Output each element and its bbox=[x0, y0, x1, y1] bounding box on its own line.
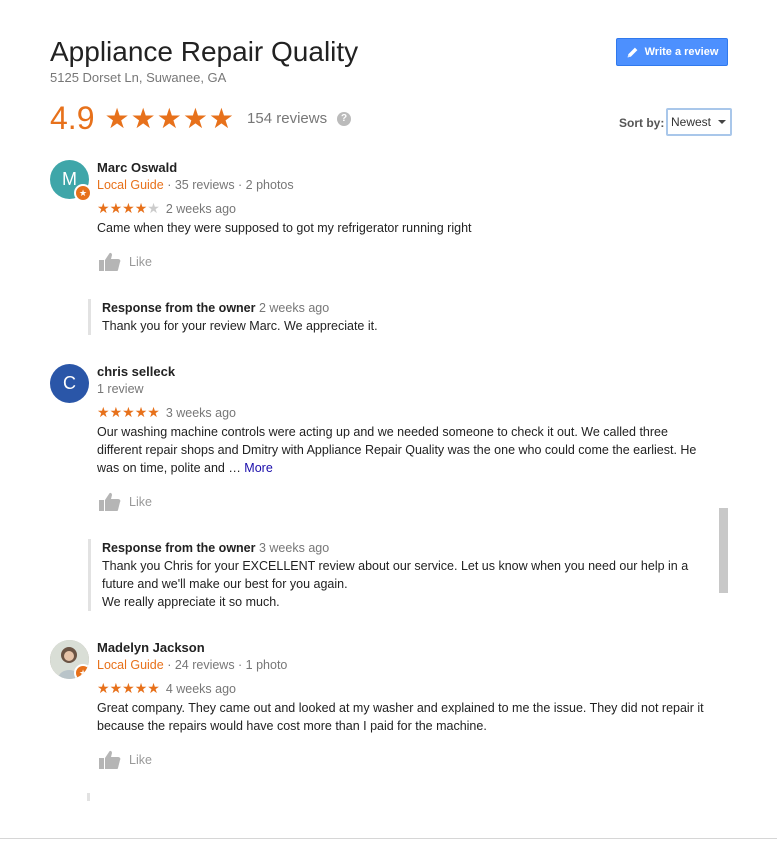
response-border-fragment bbox=[87, 793, 90, 801]
average-rating: 4.9 bbox=[50, 100, 95, 136]
review-text: Came when they were supposed to got my r… bbox=[97, 221, 472, 235]
star-icon: ★ bbox=[208, 103, 236, 134]
star-filled-icon: ★ bbox=[147, 680, 160, 696]
review-item: C chris selleck 1 review ★★★★★ 3 weeks a… bbox=[50, 364, 710, 614]
like-button[interactable]: Like bbox=[98, 252, 152, 272]
star-filled-icon: ★ bbox=[134, 404, 148, 420]
star-icon: ★ bbox=[156, 103, 183, 134]
reviewer-meta: 1 review bbox=[97, 382, 144, 396]
rating-stars: ★★★★★ bbox=[104, 102, 235, 135]
response-text: Thank you Chris for your EXCELLENT revie… bbox=[102, 559, 689, 591]
avatar[interactable]: ★ bbox=[50, 640, 89, 679]
response-text: We really appreciate it so much. bbox=[102, 595, 280, 609]
sort-dropdown[interactable]: Newest bbox=[666, 108, 732, 136]
like-button[interactable]: Like bbox=[98, 492, 152, 512]
review-rating-line: ★★★★★ 3 weeks ago bbox=[97, 404, 236, 421]
star-filled-icon: ★ bbox=[147, 404, 160, 420]
reviewer-meta: Local Guide · 24 reviews · 1 photo bbox=[97, 658, 287, 672]
reviewer-stats: · 35 reviews · 2 photos bbox=[163, 178, 294, 192]
review-stars: ★★★★★ bbox=[97, 680, 160, 697]
page-title: Appliance Repair Quality bbox=[50, 36, 359, 67]
bottom-divider bbox=[0, 838, 777, 839]
star-filled-icon: ★ bbox=[109, 680, 123, 696]
help-icon[interactable]: ? bbox=[337, 111, 352, 126]
review-rating-line: ★★★★★ 2 weeks ago bbox=[97, 200, 236, 217]
write-review-label: Write a review bbox=[644, 46, 719, 58]
local-guide-label: Local Guide bbox=[97, 178, 164, 192]
like-label: Like bbox=[129, 255, 152, 269]
reviewer-name[interactable]: Madelyn Jackson bbox=[97, 640, 205, 655]
response-label: Response from the owner bbox=[102, 541, 256, 555]
avatar-letter: C bbox=[63, 373, 76, 393]
star-filled-icon: ★ bbox=[97, 680, 110, 696]
owner-response: Response from the owner 2 weeks ago Than… bbox=[88, 299, 722, 335]
review-stars: ★★★★★ bbox=[97, 404, 160, 421]
review-text-body: Our washing machine controls were acting… bbox=[97, 425, 697, 475]
review-text: Our washing machine controls were acting… bbox=[97, 423, 707, 477]
response-time: 3 weeks ago bbox=[258, 541, 330, 555]
star-icon: ★ bbox=[104, 103, 131, 134]
thumbs-up-icon bbox=[99, 750, 121, 769]
response-time: 2 weeks ago bbox=[258, 301, 330, 315]
reviewer-name[interactable]: Marc Oswald bbox=[97, 160, 177, 175]
star-filled-icon: ★ bbox=[122, 404, 135, 420]
scrollbar-thumb[interactable] bbox=[719, 508, 728, 593]
review-count-link[interactable]: 154 reviews bbox=[247, 110, 327, 127]
star-filled-icon: ★ bbox=[97, 200, 110, 216]
local-guide-badge-icon: ★ bbox=[74, 664, 89, 679]
reviewer-meta: Local Guide · 35 reviews · 2 photos bbox=[97, 178, 294, 192]
reviewer-stats: 1 review bbox=[97, 382, 144, 396]
review-item: ★ Madelyn Jackson Local Guide · 24 revie… bbox=[50, 640, 710, 780]
avatar[interactable]: M ★ bbox=[50, 160, 92, 202]
review-time: 2 weeks ago bbox=[165, 201, 236, 216]
business-address: 5125 Dorset Ln, Suwanee, GA bbox=[50, 70, 227, 85]
review-text: Great company. They came out and looked … bbox=[97, 701, 704, 733]
local-guide-label: Local Guide bbox=[97, 658, 164, 672]
like-label: Like bbox=[129, 753, 152, 767]
rating-summary: 4.9 ★★★★★ 154 reviews ? bbox=[50, 100, 352, 137]
like-label: Like bbox=[129, 495, 152, 509]
avatar[interactable]: C bbox=[50, 364, 89, 403]
thumbs-up-icon bbox=[99, 252, 121, 271]
owner-response: Response from the owner 3 weeks ago Than… bbox=[88, 539, 722, 611]
review-time: 3 weeks ago bbox=[165, 405, 236, 420]
star-filled-icon: ★ bbox=[109, 200, 123, 216]
sort-label: Sort by: bbox=[619, 116, 665, 130]
star-filled-icon: ★ bbox=[134, 200, 148, 216]
star-filled-icon: ★ bbox=[109, 404, 123, 420]
thumbs-up-icon bbox=[99, 492, 121, 511]
like-button[interactable]: Like bbox=[98, 750, 152, 770]
star-filled-icon: ★ bbox=[122, 680, 135, 696]
star-icon: ★ bbox=[182, 103, 209, 134]
response-text: Thank you for your review Marc. We appre… bbox=[102, 319, 378, 333]
caret-down-icon bbox=[718, 120, 727, 124]
star-filled-icon: ★ bbox=[97, 404, 110, 420]
star-empty-icon: ★ bbox=[147, 200, 160, 216]
more-link[interactable]: More bbox=[244, 461, 272, 475]
star-icon: ★ bbox=[130, 103, 157, 134]
star-filled-icon: ★ bbox=[122, 200, 135, 216]
write-review-button[interactable]: Write a review bbox=[616, 38, 728, 66]
sort-value: Newest bbox=[671, 115, 712, 129]
review-item: M ★ Marc Oswald Local Guide · 35 reviews… bbox=[50, 160, 710, 340]
star-filled-icon: ★ bbox=[134, 680, 148, 696]
pencil-icon bbox=[627, 47, 637, 57]
local-guide-badge-icon: ★ bbox=[74, 184, 92, 202]
review-rating-line: ★★★★★ 4 weeks ago bbox=[97, 680, 236, 697]
reviewer-name[interactable]: chris selleck bbox=[97, 364, 175, 379]
response-label: Response from the owner bbox=[102, 301, 256, 315]
reviewer-stats: · 24 reviews · 1 photo bbox=[163, 658, 288, 672]
review-time: 4 weeks ago bbox=[165, 681, 236, 696]
review-stars: ★★★★★ bbox=[97, 200, 160, 217]
